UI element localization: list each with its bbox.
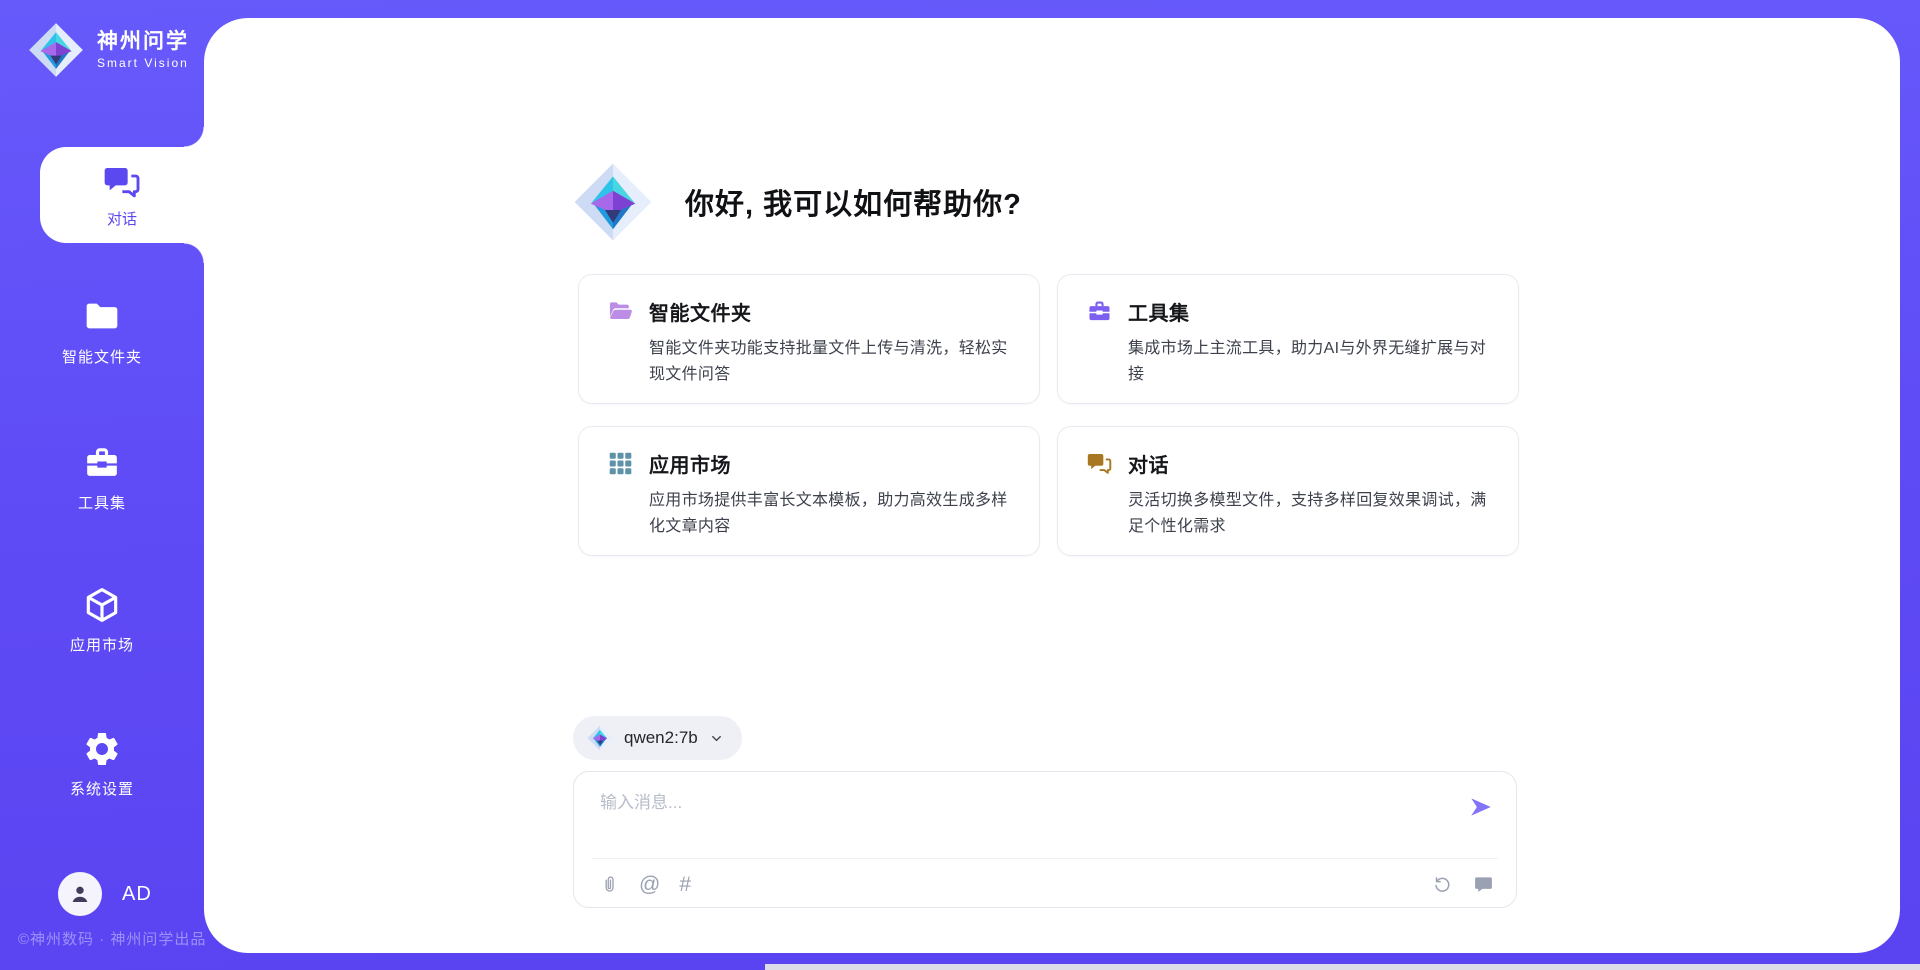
- chat-bubbles-icon: [1086, 450, 1113, 477]
- send-button[interactable]: [1468, 794, 1494, 820]
- main-content: 你好, 我可以如何帮助你? 智能文件夹 智能文件夹功能支持批量文件上传与清洗，轻…: [204, 18, 1900, 953]
- hero-logo-gem-icon: [573, 160, 653, 244]
- mention-button[interactable]: @: [639, 874, 660, 895]
- card-description: 灵活切换多模型文件，支持多样回复效果调试，满足个性化需求: [1128, 488, 1490, 540]
- feature-cards: 智能文件夹 智能文件夹功能支持批量文件上传与清洗，轻松实现文件问答 工具集 集成…: [578, 274, 1519, 556]
- folder-open-icon: [607, 298, 634, 325]
- composer-toolbar: @ #: [598, 869, 1494, 899]
- model-logo-gem-icon: [587, 725, 613, 751]
- sidebar-item-smart-folder[interactable]: 智能文件夹: [0, 297, 204, 367]
- app-background: 神州问学 Smart Vision 对话 智能文件夹 工具集 应用市场 系统设置…: [0, 0, 1920, 970]
- copyright-footer: ©神州数码 · 神州问学出品: [18, 928, 206, 949]
- history-icon: [1432, 874, 1453, 895]
- brand-name: 神州问学: [97, 30, 189, 54]
- card-toolset[interactable]: 工具集 集成市场上主流工具，助力AI与外界无缝扩展与对接: [1057, 274, 1519, 404]
- paperclip-icon: [599, 874, 620, 895]
- card-app-market[interactable]: 应用市场 应用市场提供丰富长文本模板，助力高效生成多样化文章内容: [578, 426, 1040, 556]
- tab-flare-bottom: [184, 243, 204, 263]
- card-description: 应用市场提供丰富长文本模板，助力高效生成多样化文章内容: [649, 488, 1011, 540]
- history-button[interactable]: [1431, 873, 1453, 895]
- cube-icon: [82, 585, 122, 625]
- card-description: 集成市场上主流工具，助力AI与外界无缝扩展与对接: [1128, 336, 1490, 388]
- sidebar-item-app-market[interactable]: 应用市场: [0, 585, 204, 655]
- sidebar-item-toolset[interactable]: 工具集: [0, 443, 204, 513]
- card-smart-folder[interactable]: 智能文件夹 智能文件夹功能支持批量文件上传与清洗，轻松实现文件问答: [578, 274, 1040, 404]
- chat-square-icon: [1473, 874, 1494, 895]
- toolbox-icon: [1086, 298, 1113, 325]
- sidebar-item-label: 系统设置: [70, 778, 134, 799]
- sidebar-item-label: 工具集: [78, 492, 126, 513]
- gear-icon: [82, 729, 122, 769]
- card-description: 智能文件夹功能支持批量文件上传与清洗，轻松实现文件问答: [649, 336, 1011, 388]
- user-name: AD: [122, 883, 152, 906]
- message-input-container: @ #: [573, 771, 1517, 908]
- card-title: 工具集: [1128, 297, 1190, 326]
- sidebar-item-settings[interactable]: 系统设置: [0, 729, 204, 799]
- folder-icon: [82, 297, 122, 337]
- brand-subtitle: Smart Vision: [97, 56, 189, 70]
- brand: 神州问学 Smart Vision: [28, 22, 189, 78]
- card-title: 对话: [1128, 449, 1169, 478]
- composer-divider: [592, 858, 1498, 859]
- attach-file-button[interactable]: [598, 873, 620, 895]
- card-title: 智能文件夹: [649, 297, 752, 326]
- topic-button[interactable]: #: [679, 874, 691, 895]
- model-selector[interactable]: qwen2:7b: [573, 716, 742, 760]
- model-name: qwen2:7b: [624, 728, 698, 748]
- brand-logo-gem-icon: [28, 22, 84, 78]
- person-icon: [67, 881, 93, 907]
- toolbox-icon: [82, 443, 122, 483]
- sidebar-item-label: 智能文件夹: [62, 346, 142, 367]
- bottom-edge-strip: [765, 964, 1920, 970]
- card-chat[interactable]: 对话 灵活切换多模型文件，支持多样回复效果调试，满足个性化需求: [1057, 426, 1519, 556]
- sidebar-item-chat-active[interactable]: 对话: [40, 147, 204, 243]
- tab-flare-top: [184, 127, 204, 147]
- greeting-title: 你好, 我可以如何帮助你?: [685, 181, 1022, 223]
- new-chat-button[interactable]: [1472, 873, 1494, 895]
- sidebar-item-label: 应用市场: [70, 634, 134, 655]
- message-input[interactable]: [600, 788, 1440, 846]
- card-title: 应用市场: [649, 449, 731, 478]
- sidebar-item-label: 对话: [107, 208, 137, 229]
- send-icon: [1468, 794, 1494, 820]
- user-account[interactable]: AD: [58, 872, 152, 916]
- chat-bubbles-icon: [102, 162, 142, 202]
- chevron-down-icon: [709, 731, 724, 746]
- avatar: [58, 872, 102, 916]
- waffle-grid-icon: [607, 450, 634, 477]
- hero: 你好, 我可以如何帮助你?: [573, 160, 1022, 244]
